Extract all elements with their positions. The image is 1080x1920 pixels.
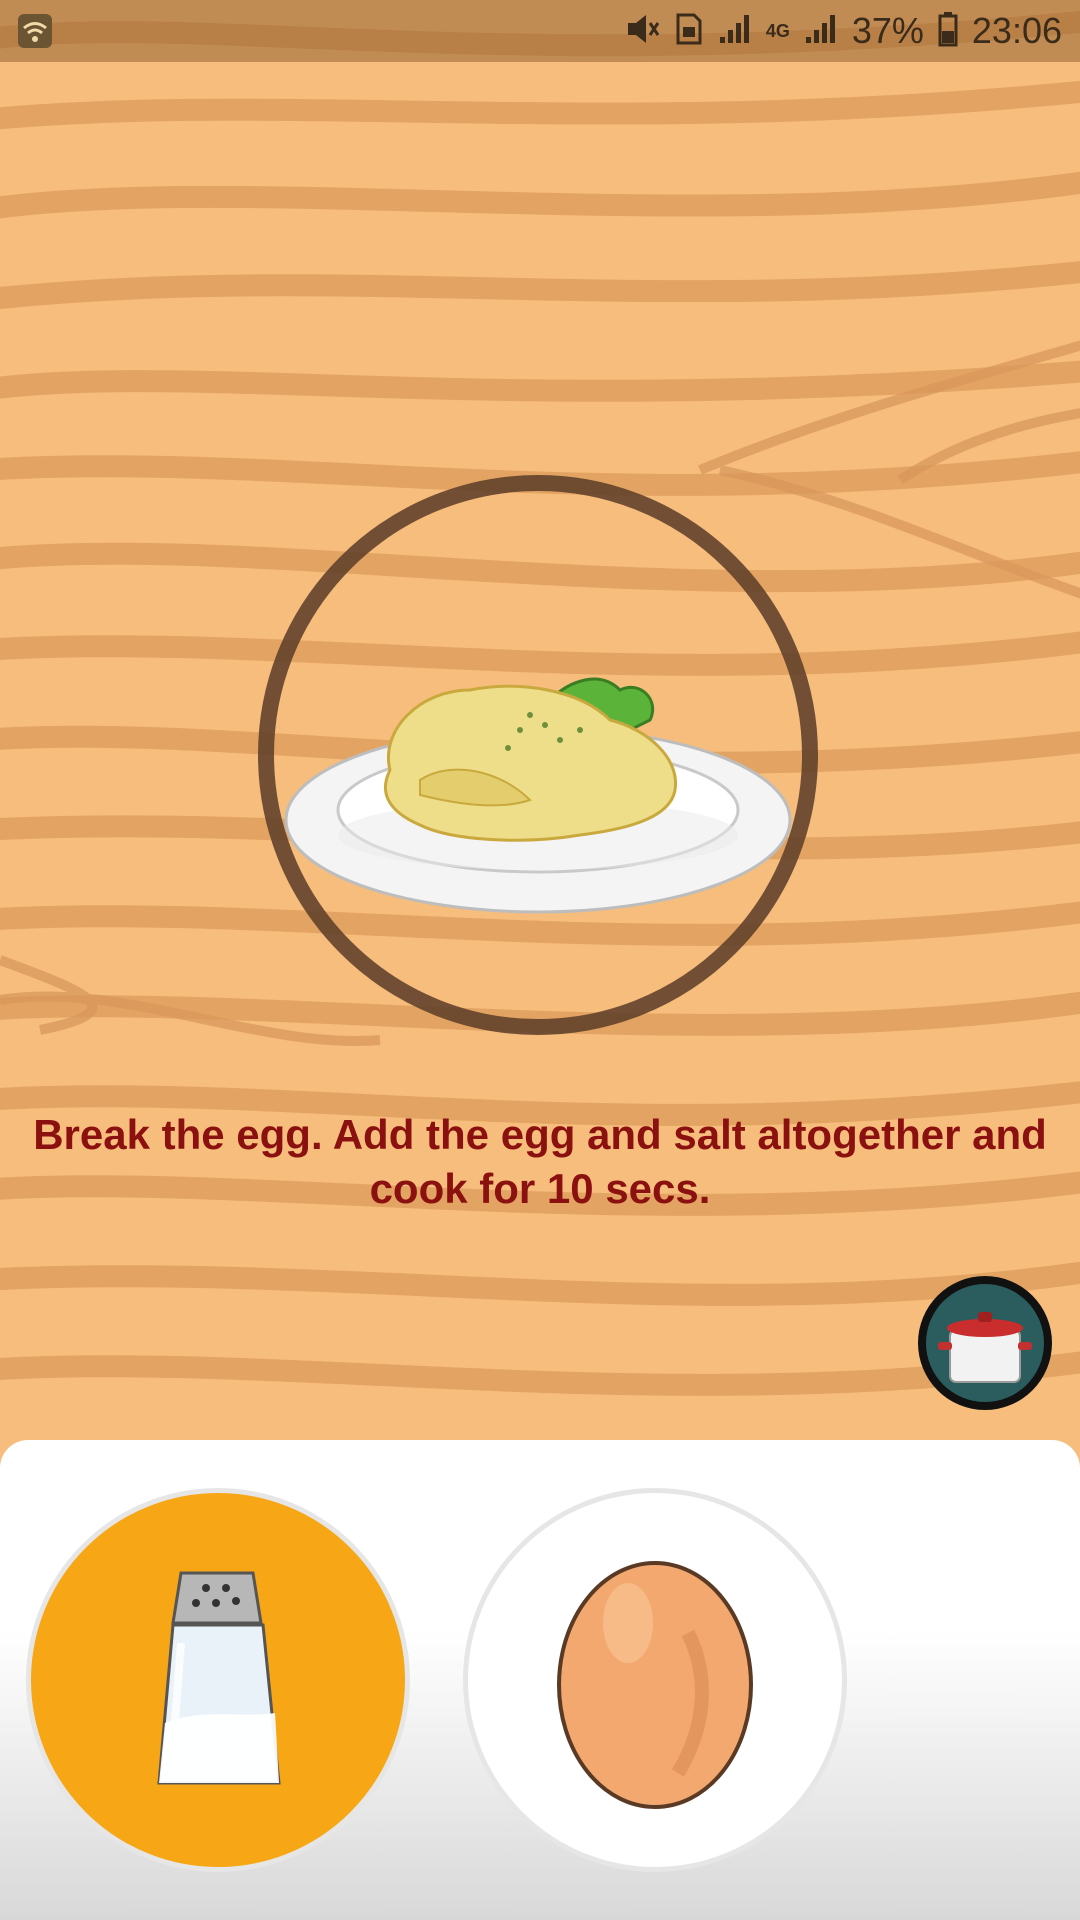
egg-icon bbox=[557, 1561, 753, 1809]
wifi-icon bbox=[18, 14, 52, 48]
cook-button[interactable] bbox=[918, 1276, 1052, 1410]
omelette-plate-icon bbox=[280, 660, 800, 930]
salt-shaker-icon bbox=[157, 1571, 281, 1785]
clock: 23:06 bbox=[971, 10, 1062, 51]
pot-icon bbox=[926, 1284, 1044, 1402]
salt-slot[interactable] bbox=[26, 1488, 410, 1872]
signal-icon bbox=[718, 11, 752, 52]
battery-icon bbox=[938, 11, 958, 52]
instruction-text: Break the egg. Add the egg and salt alto… bbox=[33, 1111, 1047, 1212]
egg-slot[interactable] bbox=[463, 1488, 847, 1872]
mute-icon bbox=[624, 11, 660, 52]
status-bar: 4G 37% 23:06 bbox=[0, 0, 1080, 62]
sim-icon bbox=[674, 11, 704, 52]
network-type-label: 4G bbox=[765, 21, 790, 41]
signal-icon bbox=[804, 11, 838, 52]
battery-percent: 37% bbox=[851, 10, 924, 51]
